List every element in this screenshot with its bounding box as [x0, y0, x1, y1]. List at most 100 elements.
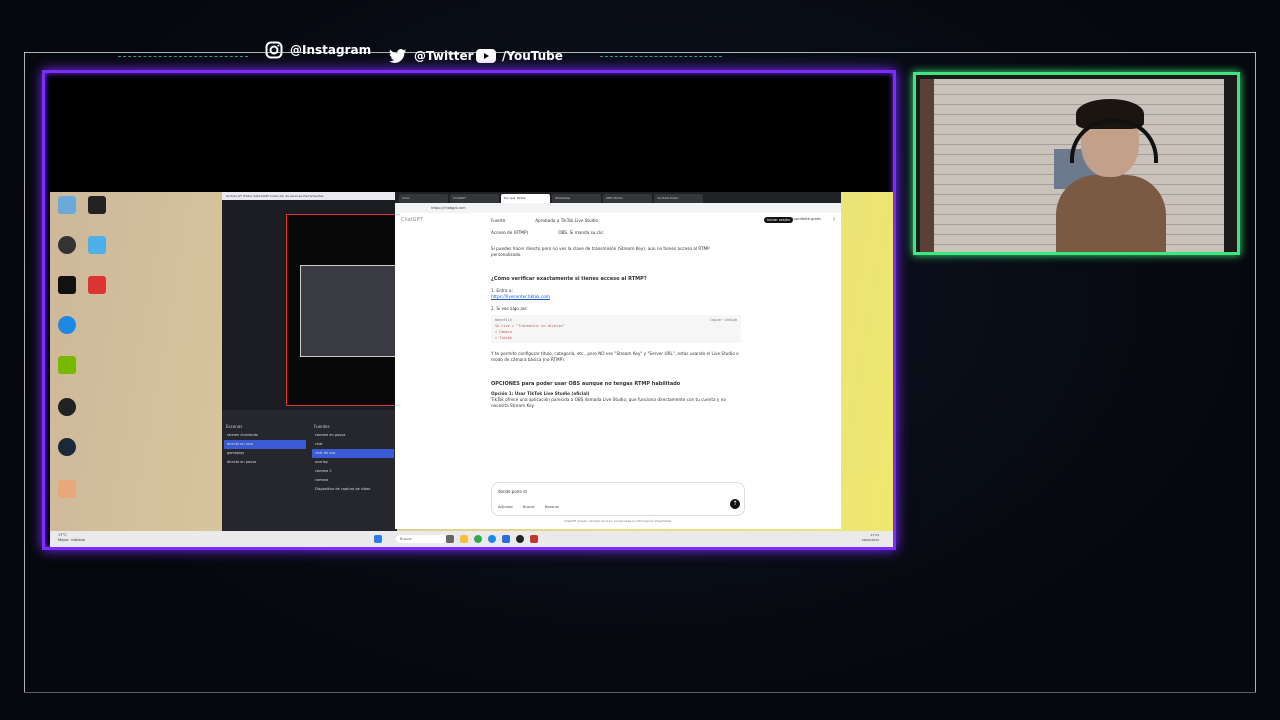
recycle-bin-icon	[58, 196, 76, 214]
twitter-label: @Twitter	[414, 49, 474, 63]
copy-code-button[interactable]: Copiar código	[710, 317, 737, 323]
epic-games-icon	[58, 276, 76, 294]
scenes-dock: Escenas stream charlando directo en vivo…	[224, 422, 306, 467]
browser-window: Inicio ChatGPT Por qué TikTok WhatsApp O…	[395, 192, 841, 529]
app-taskbar-icon[interactable]	[530, 535, 538, 543]
windows-start-icon[interactable]	[374, 535, 382, 543]
store-icon[interactable]	[502, 535, 510, 543]
table-row: Fuente Aprobada a TikTok Live Studio	[491, 218, 741, 224]
paragraph: Si puedes hacer directo pero no ves la c…	[491, 246, 710, 257]
webcam-background-left	[920, 79, 934, 252]
chatgpt-logo[interactable]: ChatGPT	[401, 217, 423, 223]
weather-desc: Mayor. nublado	[58, 538, 85, 542]
scene-item[interactable]: stream charlando	[224, 431, 306, 440]
youtube-handle: /YouTube	[476, 46, 563, 66]
sources-dock: Fuentes camara en pausa chat chat de voz…	[312, 422, 394, 494]
obs-window: Archivo (F) Editar Vista Perfil Colecció…	[222, 192, 398, 534]
register-button[interactable]: Suscríbete gratis	[791, 217, 821, 221]
social-divider-left	[118, 56, 248, 57]
paragraph: Y te permite configurar título, categorí…	[491, 351, 739, 362]
streamer-torso	[1056, 175, 1166, 252]
taskbar-clock[interactable]: 17:31 26/06/2025	[862, 533, 879, 543]
address-bar[interactable]: https://chatgpt.com	[395, 203, 841, 213]
youtube-label: /YouTube	[502, 49, 563, 63]
scene-item[interactable]: directo en pausa	[224, 458, 306, 467]
obs-icon	[58, 236, 76, 254]
source-item[interactable]: chat	[312, 440, 394, 449]
paragraph: TikTok ofrece una aplicación parecida a …	[491, 397, 726, 408]
login-button[interactable]: Iniciar sesión	[764, 217, 793, 223]
source-item[interactable]: camara	[312, 476, 394, 485]
instagram-label: @Instagram	[290, 43, 372, 57]
obs-taskbar-icon[interactable]	[516, 535, 524, 543]
obs-preview	[286, 214, 398, 406]
edge-taskbar-icon[interactable]	[488, 535, 496, 543]
frame-line-left	[24, 52, 25, 692]
browser-tabs: Inicio ChatGPT Por qué TikTok WhatsApp O…	[395, 192, 841, 203]
table-row: Acceso de (RTMP) OBS. Si manda su clic	[491, 230, 741, 236]
taskbar: 17°C Mayor. nublado Buscar 17:31 26/06/2…	[50, 531, 893, 547]
code-block: makefile Copiar código Go Live > "Transm…	[491, 315, 741, 343]
capcut-icon	[88, 196, 106, 214]
arrow-up-icon: ↑	[732, 500, 738, 507]
shortcut-icon	[58, 480, 76, 498]
scene-item[interactable]: directo en vivo	[224, 440, 306, 449]
social-divider-right	[600, 56, 722, 57]
obs-menu-bar[interactable]: Archivo (F) Editar Vista Perfil Colecció…	[222, 192, 397, 200]
obs-docks: Escenas stream charlando directo en vivo…	[222, 410, 397, 534]
sources-header: Fuentes	[314, 424, 330, 429]
explorer-icon[interactable]	[460, 535, 468, 543]
table-cell: OBS. Si manda su clic	[558, 230, 604, 235]
send-button[interactable]: ↑	[730, 499, 740, 509]
game-icon	[88, 276, 106, 294]
youtube-icon	[476, 46, 496, 66]
nvidia-icon	[58, 356, 76, 374]
help-icon[interactable]: ?	[833, 217, 835, 222]
desktop-icons	[50, 192, 160, 522]
chat-input[interactable]: donde pone id Adjuntar Buscar Razonar ↑	[491, 482, 745, 516]
table-cell: Fuente	[491, 218, 506, 223]
code-line: > Tiktok	[495, 336, 512, 340]
taskbar-search[interactable]: Buscar	[396, 535, 446, 543]
table-cell: Aprobada a TikTok Live Studio	[535, 218, 599, 223]
browser-tab[interactable]: Inicio	[399, 194, 448, 203]
clock-date: 26/06/2025	[861, 538, 879, 542]
folder-icon	[88, 236, 106, 254]
instagram-icon	[264, 40, 284, 60]
instagram-handle: @Instagram	[264, 40, 371, 60]
source-item[interactable]: overlay	[312, 458, 394, 467]
attach-button[interactable]: Adjuntar	[498, 505, 513, 509]
edge-icon	[58, 316, 76, 334]
streamer	[1056, 99, 1166, 252]
browser-tab-active[interactable]: Por qué TikTok	[501, 194, 550, 203]
search-button[interactable]: Buscar	[523, 505, 535, 509]
chat-input-text: donde pone id	[498, 489, 527, 494]
source-item[interactable]: camara 2	[312, 467, 394, 476]
frame-line-top	[24, 52, 1256, 53]
browser-tab[interactable]: YouTube Music	[654, 194, 703, 203]
step-text: 2. Si ves algo así:	[491, 306, 528, 311]
taskview-icon[interactable]	[446, 535, 454, 543]
weather-widget[interactable]: 17°C Mayor. nublado	[58, 533, 85, 543]
chrome-icon[interactable]	[474, 535, 482, 543]
chat-content: Fuente Aprobada a TikTok Live Studio Acc…	[491, 218, 741, 409]
browser-tab[interactable]: WhatsApp	[552, 194, 601, 203]
frame-line-bottom	[24, 692, 1256, 693]
scenes-header: Escenas	[226, 424, 243, 429]
webcam-frame	[913, 72, 1240, 255]
frame-line-right	[1255, 52, 1256, 692]
livecenter-link[interactable]: https://livecenter.tiktok.com	[491, 294, 741, 300]
source-item[interactable]: chat de voz	[312, 449, 394, 458]
twitter-icon	[388, 46, 408, 66]
obs-preview-recursive	[300, 265, 398, 357]
source-item[interactable]: camara en pausa	[312, 431, 394, 440]
desktop-capture: Archivo (F) Editar Vista Perfil Colecció…	[50, 192, 893, 547]
reason-button[interactable]: Razonar	[545, 505, 559, 509]
section-heading: ¿Cómo verificar exactamente si tienes ac…	[491, 276, 647, 282]
table-cell: Acceso de (RTMP)	[491, 230, 529, 235]
source-item[interactable]: Dispositivo de captura de vídeo	[312, 485, 394, 494]
scene-item[interactable]: gameplay	[224, 449, 306, 458]
twitter-handle: @Twitter	[388, 46, 474, 66]
browser-tab[interactable]: OBS Studio	[603, 194, 652, 203]
browser-tab[interactable]: ChatGPT	[450, 194, 499, 203]
